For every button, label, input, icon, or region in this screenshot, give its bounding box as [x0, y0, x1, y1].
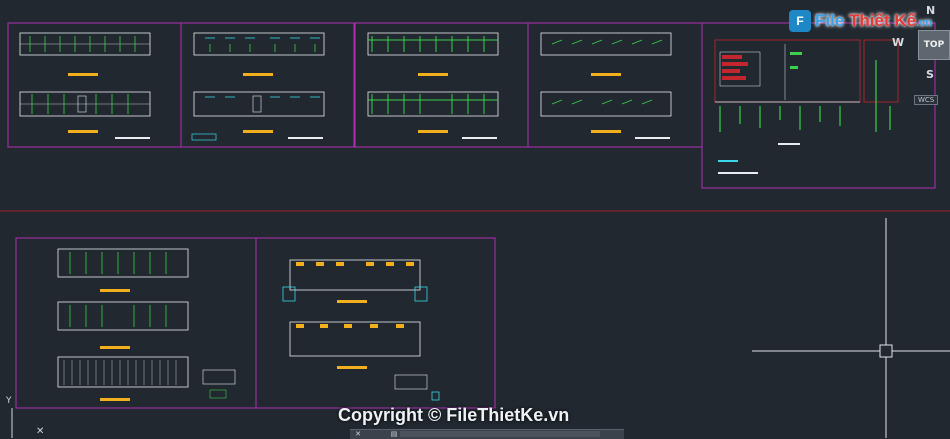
- sheet-6[interactable]: [15, 237, 257, 409]
- sheet-4[interactable]: [527, 22, 703, 148]
- command-input[interactable]: [400, 431, 600, 437]
- close-icon[interactable]: ✕: [354, 430, 362, 438]
- floor-plan: [19, 91, 151, 133]
- crosshair-cursor: [752, 218, 950, 438]
- logo-mark-icon: F: [789, 10, 811, 32]
- copyright-watermark: Copyright © FileThietKe.vn: [338, 405, 570, 425]
- ucs-y-label: Y: [6, 396, 12, 406]
- viewcube-west[interactable]: W: [892, 36, 904, 49]
- ucs-x-label: ✕: [36, 426, 45, 437]
- viewcube-top-face[interactable]: TOP: [918, 30, 950, 60]
- sheet-3[interactable]: [354, 22, 529, 148]
- sheet-7[interactable]: [255, 237, 496, 409]
- wcs-menu[interactable]: WCS: [914, 95, 939, 105]
- floor-plan: [19, 32, 151, 76]
- logo-name-part1: File: [815, 11, 845, 30]
- sheet-2[interactable]: [180, 22, 355, 148]
- viewcube-south[interactable]: S: [926, 68, 934, 81]
- settings-icon[interactable]: ▤: [390, 430, 398, 438]
- viewcube[interactable]: N W TOP S WCS: [892, 0, 950, 110]
- sheet-1[interactable]: [7, 22, 182, 148]
- drawing-canvas[interactable]: [0, 0, 950, 438]
- viewcube-north[interactable]: N: [926, 4, 935, 17]
